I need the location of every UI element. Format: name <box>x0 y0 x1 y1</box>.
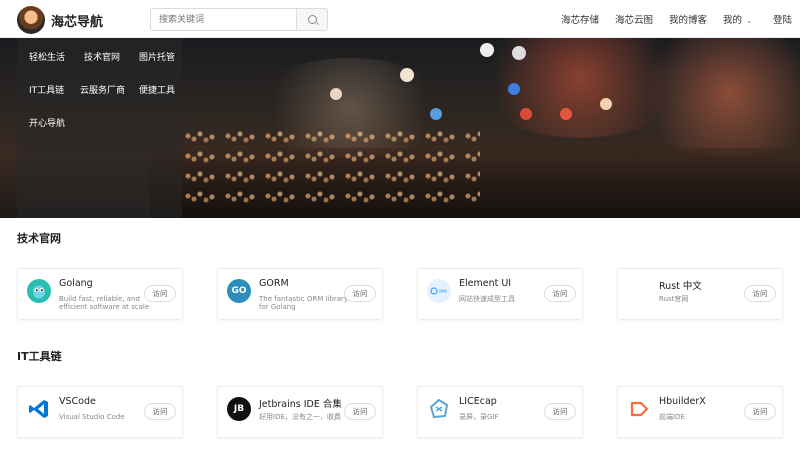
card-desc: Build fast, reliable, and efficient soft… <box>59 295 150 311</box>
card-title: VSCode <box>59 396 96 407</box>
gorm-icon: GO <box>227 279 251 303</box>
section-title-it-tools: IT工具链 <box>17 350 62 363</box>
element-icon <box>427 279 451 303</box>
visit-button[interactable]: 访问 <box>144 285 176 302</box>
nav-link-storage[interactable]: 海芯存储 <box>561 12 599 26</box>
card-desc: 录屏，录GIF <box>459 413 499 421</box>
category-easy-life[interactable]: 轻松生活 <box>29 50 65 63</box>
top-header: 海芯导航 海芯存储 海芯云图 我的博客 我的⌄ 登陆 <box>0 0 800 38</box>
hero-rain-lights <box>180 128 480 208</box>
site-brand[interactable]: 海芯导航 <box>51 11 103 30</box>
search-input[interactable] <box>150 8 296 31</box>
category-it-tools[interactable]: IT工具链 <box>29 83 64 96</box>
card-desc: Visual Studio Code <box>59 413 125 421</box>
nav-link-cloud-images[interactable]: 海芯云图 <box>615 12 653 26</box>
card-title: GORM <box>259 278 289 289</box>
card-desc: 前端IDE <box>659 413 685 421</box>
card-desc: 网站快速成型工具 <box>459 295 515 303</box>
nav-link-login[interactable]: 登陆 <box>773 12 792 26</box>
section-title-tech-sites: 技术官网 <box>17 232 61 245</box>
card-desc: The fantastic ORM library for Golang <box>259 295 349 311</box>
vscode-icon <box>27 397 51 421</box>
link-card[interactable]: Rust 中文 Rust官网 访问 <box>617 268 783 320</box>
visit-button[interactable]: 访问 <box>544 285 576 302</box>
category-image-hosting[interactable]: 图片托管 <box>139 50 175 63</box>
chevron-down-icon: ⌄ <box>746 16 753 25</box>
card-title: Golang <box>59 278 93 289</box>
card-title: Element UI <box>459 278 512 289</box>
nav-link-blog[interactable]: 我的博客 <box>669 12 707 26</box>
link-card[interactable]: GO GORM The fantastic ORM library for Go… <box>217 268 383 320</box>
card-desc: Rust官网 <box>659 295 689 303</box>
link-card[interactable]: LICEcap 录屏，录GIF 访问 <box>417 386 583 438</box>
card-desc: 好用IDE，没有之一，收费 <box>259 413 341 421</box>
link-card[interactable]: Golang Build fast, reliable, and efficie… <box>17 268 183 320</box>
visit-button[interactable]: 访问 <box>744 285 776 302</box>
gopher-icon <box>27 279 51 303</box>
card-title: Rust 中文 <box>659 281 702 292</box>
avatar-logo[interactable] <box>17 6 45 34</box>
category-cloud-vendors[interactable]: 云服务厂商 <box>80 83 125 96</box>
hbuilderx-icon <box>627 397 651 421</box>
category-panel: 轻松生活 技术官网 图片托管 IT工具链 云服务厂商 便捷工具 开心导航 <box>17 38 182 218</box>
link-card[interactable]: JB Jetbrains IDE 合集 好用IDE，没有之一，收费 访问 <box>217 386 383 438</box>
link-card[interactable]: VSCode Visual Studio Code 访问 <box>17 386 183 438</box>
visit-button[interactable]: 访问 <box>144 403 176 420</box>
card-title: LICEcap <box>459 396 497 407</box>
search-icon <box>307 15 317 24</box>
rust-icon <box>627 279 651 303</box>
nav-link-mine-label: 我的 <box>723 15 743 26</box>
search-button[interactable] <box>296 8 328 31</box>
visit-button[interactable]: 访问 <box>744 403 776 420</box>
nav-link-mine[interactable]: 我的 ⌄ <box>723 12 753 26</box>
visit-button[interactable]: 访问 <box>544 403 576 420</box>
card-title: Jetbrains IDE 合集 <box>259 399 342 410</box>
visit-button[interactable]: 访问 <box>344 285 376 302</box>
visit-button[interactable]: 访问 <box>344 403 376 420</box>
card-title: HbuilderX <box>659 396 706 407</box>
licecap-icon <box>427 397 451 421</box>
link-card[interactable]: HbuilderX 前端IDE 访问 <box>617 386 783 438</box>
category-fun-nav[interactable]: 开心导航 <box>29 116 65 129</box>
link-card[interactable]: Element UI 网站快速成型工具 访问 <box>417 268 583 320</box>
category-tech-sites[interactable]: 技术官网 <box>84 50 120 63</box>
jetbrains-icon: JB <box>227 397 251 421</box>
category-handy-tools[interactable]: 便捷工具 <box>139 83 175 96</box>
